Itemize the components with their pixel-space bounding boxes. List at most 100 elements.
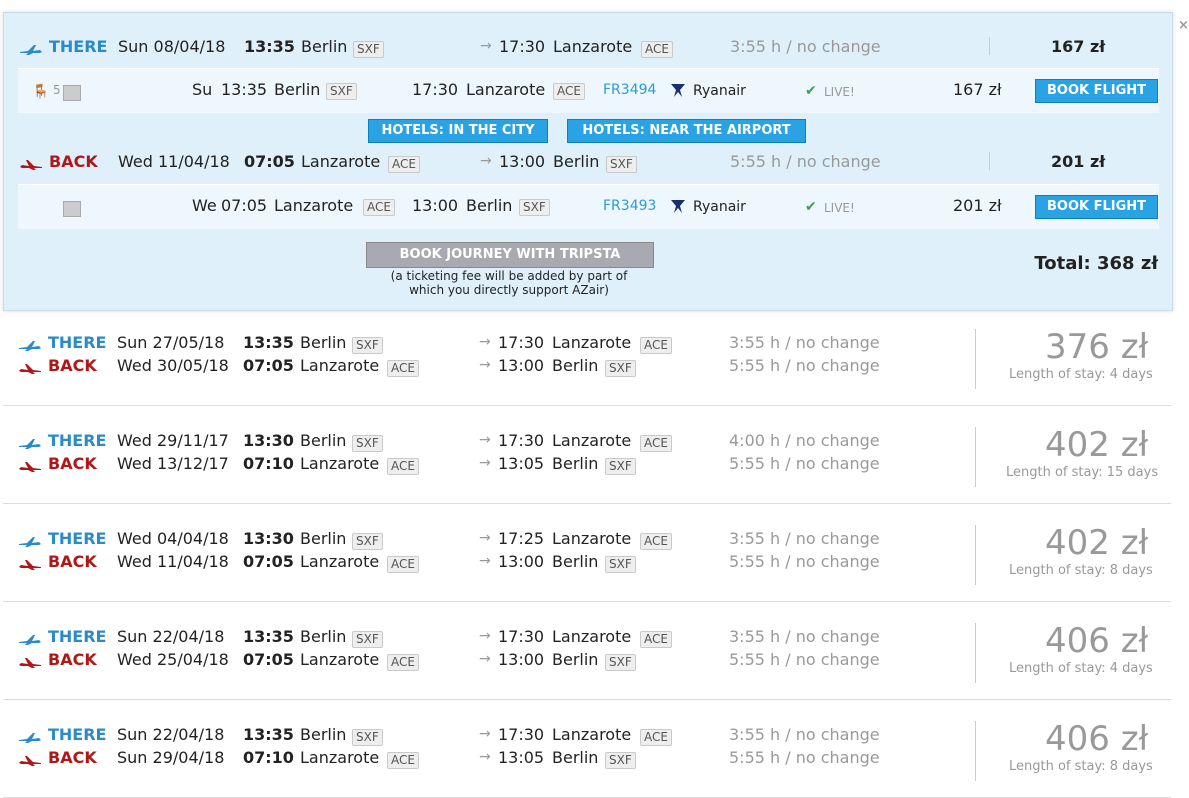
there-label: THERE [48,431,107,450]
there-dep-city: Berlin [300,627,347,646]
there-arr-code: ACE [641,41,673,58]
plane-back-icon [19,555,41,574]
back-arr-city: Berlin [552,748,599,767]
back-dep-city: Lanzarote [300,356,380,375]
back-label: BACK [48,748,97,767]
book-flight-button[interactable]: BOOK FLIGHT [1035,195,1158,219]
detail-day: We [192,196,217,215]
back-arr-code: SXF [606,156,637,173]
back-date: Wed 11/04/18 [118,152,230,171]
there-dep-code: SXF [352,533,383,550]
hotels-city-button[interactable]: HOTELS: IN THE CITY [368,119,548,143]
back-arr-city: Berlin [552,552,599,571]
there-dep-code: SXF [352,631,383,648]
back-summary-row[interactable]: BACK Wed 11/04/18 07:05 Lanzarote ACE → … [4,152,1172,176]
ryanair-logo-icon [669,197,687,219]
back-arr-code: SXF [605,752,636,769]
there-leg-row: THERE Sun 27/05/18 13:35 Berlin SXF → 17… [3,333,963,357]
arrow-right-icon: → [479,455,491,471]
book-flight-button[interactable]: BOOK FLIGHT [1035,79,1158,103]
detail-arr-time: 13:00 [412,196,459,215]
back-label: BACK [48,454,97,473]
back-dep-time: 07:05 [243,356,294,375]
airline-name: Ryanair [693,83,746,99]
arrow-right-icon: → [479,628,491,644]
selected-flight-panel: THERE Sun 08/04/18 13:35 Berlin SXF → 17… [3,12,1173,311]
there-arr-city: Lanzarote [553,37,633,56]
detail-dep-code: SXF [326,83,357,100]
length-of-stay: Length of stay: 8 days [1009,563,1153,578]
plane-there-icon [19,532,41,551]
hotels-airport-button[interactable]: HOTELS: NEAR THE AIRPORT [567,119,806,143]
result-row[interactable]: THERE Wed 04/04/18 13:30 Berlin SXF → 17… [3,505,1171,602]
result-row[interactable]: THERE Sun 22/04/18 13:35 Berlin SXF → 17… [3,701,1171,798]
back-dep-code: ACE [387,360,419,377]
back-leg-row: BACK Sun 29/04/18 07:10 Lanzarote ACE → … [3,748,963,772]
back-date: Wed 25/04/18 [117,650,229,669]
arrow-right-icon: → [479,357,491,373]
image-icon [63,85,81,101]
back-date: Wed 11/04/18 [117,552,229,571]
back-arr-time: 13:05 [498,748,545,767]
back-arr-city: Berlin [552,454,599,473]
result-row[interactable]: THERE Sun 27/05/18 13:35 Berlin SXF → 17… [3,309,1171,406]
back-date: Sun 29/04/18 [117,748,225,767]
there-arr-time: 17:30 [498,431,545,450]
there-arr-time: 17:30 [499,37,546,56]
there-dep-time: 13:30 [243,431,294,450]
there-dep-code: SXF [352,729,383,746]
back-dep-time: 07:05 [243,650,294,669]
result-price: 406 zł [1045,719,1149,759]
there-arr-code: ACE [640,631,672,648]
flight-number-link[interactable]: FR3494 [603,82,656,98]
there-arr-code: ACE [640,533,672,550]
there-leg-row: THERE Wed 29/11/17 13:30 Berlin SXF → 17… [3,431,963,455]
there-arr-code: ACE [640,435,672,452]
there-arr-city: Lanzarote [552,431,632,450]
back-dep-code: ACE [388,156,420,173]
there-arr-city: Lanzarote [552,725,632,744]
detail-arr-code: ACE [553,83,585,100]
detail-dep-code: ACE [363,199,395,216]
back-dep-time: 07:05 [243,552,294,571]
there-dep-city: Berlin [300,333,347,352]
plane-back-icon [20,155,42,174]
there-dep-city: Berlin [301,37,348,56]
back-label: BACK [48,356,97,375]
result-row[interactable]: THERE Sun 22/04/18 13:35 Berlin SXF → 17… [3,603,1171,700]
plane-back-icon [19,457,41,476]
arrow-right-icon: → [479,530,491,546]
there-duration: 3:55 h / no change [730,37,881,56]
there-dep-city: Berlin [300,431,347,450]
detail-dep-time: 13:35 [221,80,268,99]
length-of-stay: Length of stay: 8 days [1009,759,1153,774]
there-detail-row: 🪑 5 Su 13:35 Berlin SXF 17:30 Lanzarote … [18,68,1159,113]
arrow-right-icon: → [479,553,491,569]
back-date: Wed 30/05/18 [117,356,229,375]
back-arr-time: 13:00 [499,152,546,171]
result-price: 406 zł [1045,621,1149,661]
back-dep-code: ACE [387,752,419,769]
length-of-stay: Length of stay: 15 days [1006,465,1159,480]
detail-dep-city: Lanzarote [274,196,354,215]
there-summary-row[interactable]: THERE Sun 08/04/18 13:35 Berlin SXF → 17… [4,37,1172,61]
flight-number-link[interactable]: FR3493 [603,198,656,214]
back-dep-time: 07:05 [244,152,295,171]
there-arr-time: 17:30 [498,725,545,744]
result-row[interactable]: THERE Wed 29/11/17 13:30 Berlin SXF → 17… [3,407,1171,504]
back-dep-time: 07:10 [243,748,294,767]
arrow-right-icon: → [479,651,491,667]
ryanair-logo-icon [669,81,687,103]
back-dep-city: Lanzarote [300,552,380,571]
close-icon[interactable]: × [1178,18,1189,33]
detail-arr-code: SXF [519,199,550,216]
there-label: THERE [48,725,107,744]
arrow-right-icon: → [479,726,491,742]
there-date: Sun 08/04/18 [118,37,226,56]
detail-arr-time: 17:30 [412,80,459,99]
book-journey-tripsta-button[interactable]: BOOK JOURNEY WITH TRIPSTA [366,242,654,268]
there-price: 167 zł [1051,37,1106,56]
there-label: THERE [48,333,107,352]
back-arr-city: Berlin [552,650,599,669]
plane-there-icon [20,40,42,59]
